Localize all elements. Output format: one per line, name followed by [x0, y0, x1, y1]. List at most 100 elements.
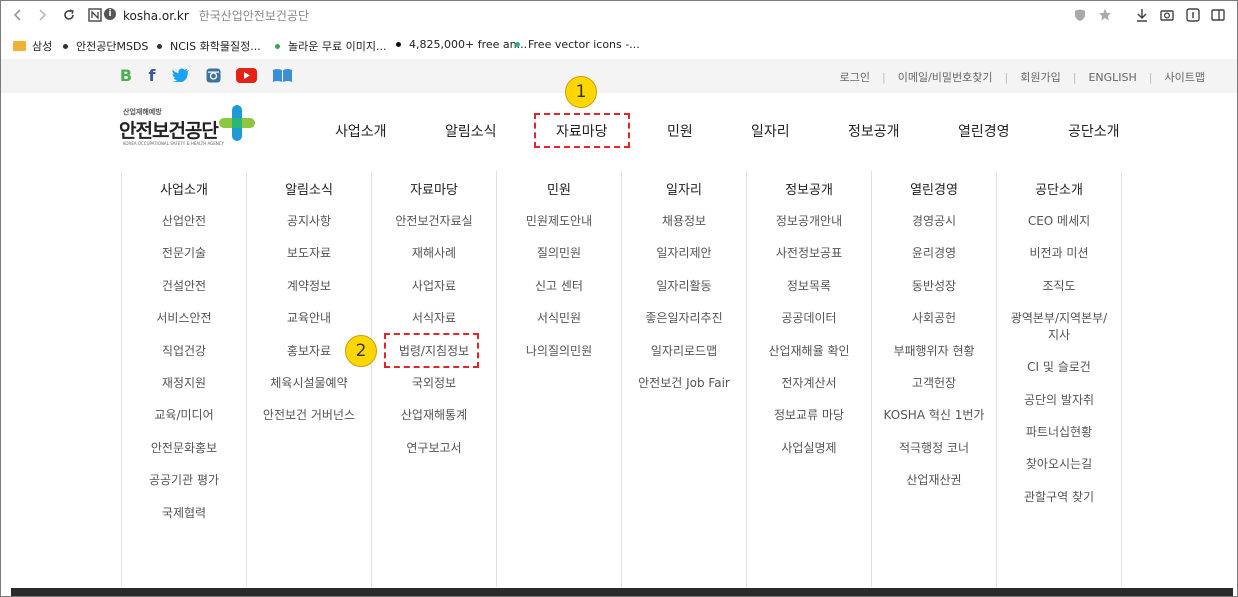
menu-item[interactable]: 경영공시: [872, 213, 996, 230]
menu-item[interactable]: 일자리활동: [622, 278, 746, 295]
nav-management[interactable]: 열린경영: [958, 121, 1010, 141]
blog-icon[interactable]: B: [119, 66, 133, 85]
kosha-logo[interactable]: 산업재해예방 안전보건공단 KOREA OCCUPATIONAL SAFETY …: [119, 101, 259, 157]
menu-item[interactable]: 사회공헌: [872, 310, 996, 327]
menu-item[interactable]: 산업재산권: [872, 472, 996, 489]
menu-item[interactable]: 공공데이터: [747, 310, 871, 327]
menu-item[interactable]: CEO 메세지: [997, 213, 1121, 230]
menu-item[interactable]: 적극행정 코너: [872, 440, 996, 457]
signup-link[interactable]: 회원가입: [1020, 71, 1060, 84]
twitter-icon[interactable]: [171, 66, 191, 84]
menu-column-heading[interactable]: 자료마당: [372, 179, 496, 198]
menu-item[interactable]: 산업안전: [122, 213, 246, 230]
menu-item[interactable]: 사업자료: [372, 278, 496, 295]
menu-item[interactable]: KOSHA 혁신 1번가: [872, 407, 996, 424]
reader-icon[interactable]: [1184, 6, 1202, 24]
menu-item[interactable]: 광역본부/지역본부/ 지사: [997, 310, 1121, 344]
menu-item[interactable]: 안전문화홍보: [122, 440, 246, 457]
menu-item[interactable]: 국제협력: [122, 505, 246, 522]
menu-item[interactable]: 일자리제안: [622, 245, 746, 262]
bookmark-item[interactable]: 놀라운 무료 이미지...: [275, 38, 386, 54]
menu-item[interactable]: 재정지원: [122, 375, 246, 392]
menu-item[interactable]: 윤리경영: [872, 245, 996, 262]
menu-item[interactable]: 교육안내: [247, 310, 371, 327]
star-icon[interactable]: [1096, 6, 1114, 24]
shield-icon[interactable]: [1071, 6, 1089, 24]
instagram-icon[interactable]: [205, 66, 221, 84]
menu-column-heading[interactable]: 정보공개: [747, 179, 871, 198]
menu-item[interactable]: 재해사례: [372, 245, 496, 262]
menu-item[interactable]: 공단의 발자취: [997, 392, 1121, 409]
nav-jobs[interactable]: 일자리: [751, 121, 790, 141]
menu-column-heading[interactable]: 공단소개: [997, 179, 1121, 198]
menu-item[interactable]: 질의민원: [497, 245, 621, 262]
menu-item[interactable]: 산업재해통계: [372, 407, 496, 424]
menu-item[interactable]: 안전보건 거버넌스: [247, 407, 371, 424]
bookmark-item[interactable]: 안전공단MSDS: [63, 38, 148, 54]
menu-item[interactable]: 사업실명제: [747, 440, 871, 457]
back-icon[interactable]: [9, 6, 27, 24]
facebook-icon[interactable]: f: [145, 66, 159, 85]
menu-item[interactable]: 일자리로드맵: [622, 343, 746, 360]
nav-disclosure[interactable]: 정보공개: [848, 121, 900, 141]
menu-item[interactable]: 계약정보: [247, 278, 371, 295]
menu-item[interactable]: 서비스안전: [122, 310, 246, 327]
menu-item[interactable]: 서식민원: [497, 310, 621, 327]
menu-item[interactable]: 조직도: [997, 278, 1121, 295]
menu-column-heading[interactable]: 사업소개: [122, 179, 246, 198]
nav-news[interactable]: 알림소식: [445, 121, 497, 141]
book-icon[interactable]: [271, 66, 293, 84]
menu-item[interactable]: 나의질의민원: [497, 343, 621, 360]
bookmark-item[interactable]: Free vector icons -...: [515, 38, 640, 51]
site-info-icon[interactable]: i: [104, 8, 116, 20]
menu-column-heading[interactable]: 일자리: [622, 179, 746, 198]
menu-column-heading[interactable]: 민원: [497, 179, 621, 198]
menu-item[interactable]: 파트너십현황: [997, 424, 1121, 441]
menu-column-heading[interactable]: 알림소식: [247, 179, 371, 198]
menu-item[interactable]: 보도자료: [247, 245, 371, 262]
menu-item[interactable]: 안전보건자료실: [372, 213, 496, 230]
sidebar-icon[interactable]: [1209, 6, 1227, 24]
menu-item[interactable]: 신고 센터: [497, 278, 621, 295]
nav-about[interactable]: 공단소개: [1068, 121, 1120, 141]
menu-item[interactable]: 채용정보: [622, 213, 746, 230]
menu-item[interactable]: 사전정보공표: [747, 245, 871, 262]
menu-item[interactable]: 직업건강: [122, 343, 246, 360]
menu-item[interactable]: 비전과 미션: [997, 245, 1121, 262]
menu-item[interactable]: 교육/미디어: [122, 407, 246, 424]
menu-item[interactable]: 동반성장: [872, 278, 996, 295]
camera-icon[interactable]: [1158, 6, 1176, 24]
menu-item[interactable]: 공공기관 평가: [122, 472, 246, 489]
menu-item[interactable]: 공지사항: [247, 213, 371, 230]
menu-item[interactable]: 건설안전: [122, 278, 246, 295]
menu-item[interactable]: 정보목록: [747, 278, 871, 295]
address-bar[interactable]: kosha.or.kr 한국산업안전보건공단: [123, 7, 309, 24]
menu-column-heading[interactable]: 열린경영: [872, 179, 996, 198]
nav-civil[interactable]: 민원: [667, 121, 693, 141]
menu-item[interactable]: 체육시설물예약: [247, 375, 371, 392]
menu-item[interactable]: 연구보고서: [372, 440, 496, 457]
nav-business[interactable]: 사업소개: [335, 121, 387, 141]
find-account-link[interactable]: 이메일/비밀번호찾기: [898, 71, 993, 84]
menu-item[interactable]: 전자계산서: [747, 375, 871, 392]
sitemap-link[interactable]: 사이트맵: [1165, 71, 1205, 84]
english-link[interactable]: ENGLISH: [1088, 71, 1136, 84]
menu-item[interactable]: CI 및 슬로건: [997, 359, 1121, 376]
download-icon[interactable]: [1133, 6, 1151, 24]
forward-icon[interactable]: [33, 6, 51, 24]
bookmark-item[interactable]: NCIS 화학물질정...: [157, 38, 261, 54]
menu-item[interactable]: 정보교류 마당: [747, 407, 871, 424]
menu-item[interactable]: 정보공개안내: [747, 213, 871, 230]
menu-item[interactable]: 고객헌장: [872, 375, 996, 392]
menu-item[interactable]: 안전보건 Job Fair: [622, 375, 746, 392]
youtube-icon[interactable]: [235, 66, 257, 84]
menu-item[interactable]: 관할구역 찾기: [997, 489, 1121, 506]
menu-item[interactable]: 산업재해율 확인: [747, 343, 871, 360]
menu-item[interactable]: 서식자료: [372, 310, 496, 327]
n-extension-icon[interactable]: [86, 6, 104, 24]
menu-item[interactable]: 부패행위자 현황: [872, 343, 996, 360]
login-link[interactable]: 로그인: [840, 71, 870, 84]
bookmark-item[interactable]: 4,825,000+ free an...: [396, 38, 527, 51]
menu-item[interactable]: 찾아오시는길: [997, 456, 1121, 473]
menu-item[interactable]: 좋은일자리추진: [622, 310, 746, 327]
